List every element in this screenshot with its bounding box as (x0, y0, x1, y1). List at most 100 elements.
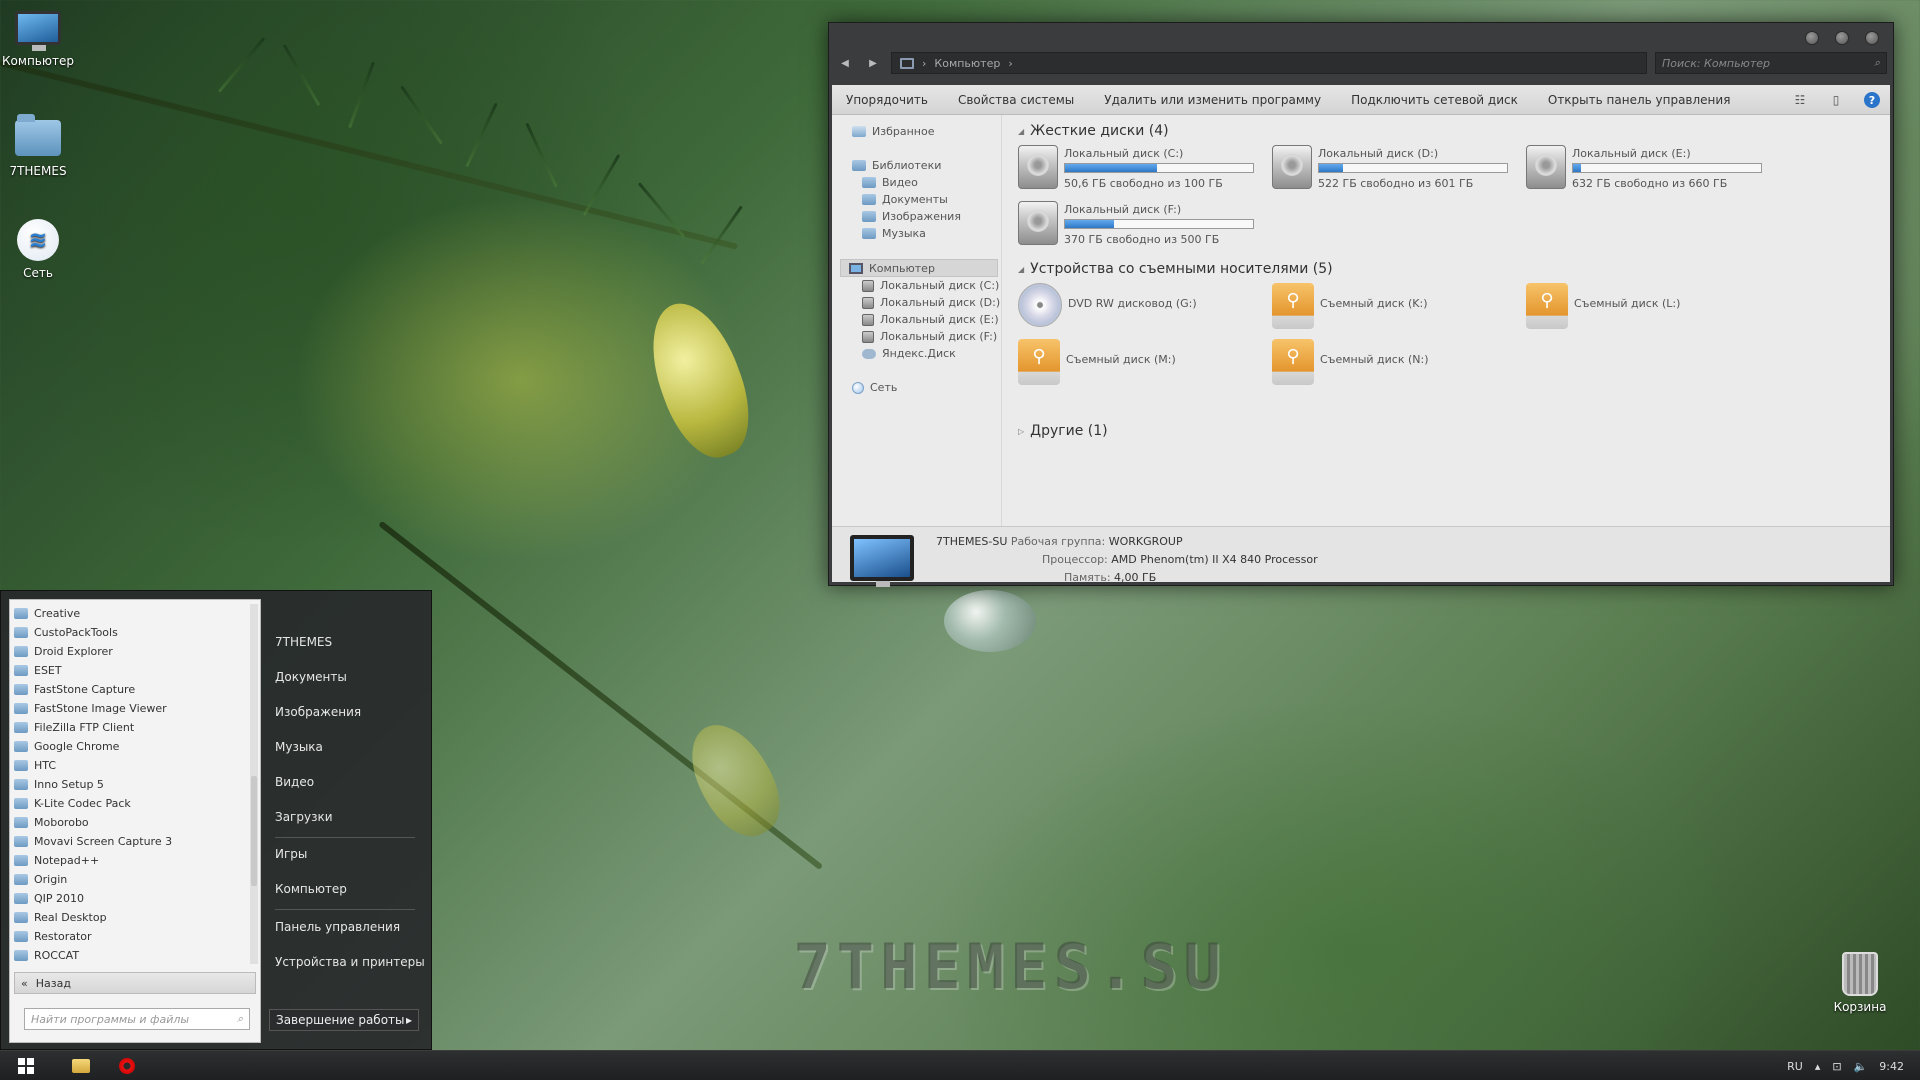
shutdown-button[interactable]: Завершение работы ▸ (269, 1009, 419, 1031)
start-link-computer[interactable]: Компьютер (275, 882, 347, 896)
program-folder-item[interactable]: ROCCAT (14, 946, 79, 964)
desktop-icon-network[interactable]: ≋ Сеть (0, 218, 76, 280)
network-tray-icon[interactable]: ⊡ (1832, 1060, 1841, 1073)
scrollbar-thumb[interactable] (251, 776, 257, 886)
desktop-icon-7themes[interactable]: 7THEMES (0, 114, 76, 178)
drive-usage-bar (1064, 219, 1254, 229)
computer-icon (849, 262, 863, 274)
program-label: Notepad++ (34, 853, 100, 867)
program-folder-item[interactable]: Restorator (14, 927, 92, 945)
language-indicator[interactable]: RU (1787, 1060, 1803, 1073)
clock[interactable]: 9:42 (1879, 1060, 1904, 1073)
back-arrow-icon[interactable]: ◀ (835, 53, 855, 73)
needle (582, 153, 621, 217)
removable-tile-n[interactable]: ⚲ Съемный диск (N:) (1272, 339, 1512, 387)
drive-tile-d[interactable]: Локальный диск (D:) 522 ГБ свободно из 6… (1272, 145, 1512, 193)
open-control-panel-button[interactable]: Открыть панель управления (1548, 93, 1731, 107)
nav-yandex-disk[interactable]: Яндекс.Диск (862, 347, 956, 360)
start-link-music[interactable]: Музыка (275, 740, 323, 754)
program-folder-item[interactable]: Inno Setup 5 (14, 775, 104, 793)
program-folder-item[interactable]: FastStone Capture (14, 680, 135, 698)
nav-drive-d[interactable]: Локальный диск (D:) (862, 296, 1000, 309)
start-link-video[interactable]: Видео (275, 775, 314, 789)
view-options-icon[interactable]: ☷ (1792, 93, 1808, 107)
removable-tile-l[interactable]: ⚲ Съемный диск (L:) (1526, 283, 1766, 331)
program-folder-item[interactable]: Moborobo (14, 813, 89, 831)
uninstall-program-button[interactable]: Удалить или изменить программу (1104, 93, 1321, 107)
help-icon[interactable]: ? (1864, 92, 1880, 108)
program-folder-item[interactable]: Origin (14, 870, 67, 888)
start-link-downloads[interactable]: Загрузки (275, 810, 333, 824)
address-bar[interactable]: › Компьютер › (891, 52, 1647, 74)
removable-tile-k[interactable]: ⚲ Съемный диск (K:) (1272, 283, 1512, 331)
desktop-icon-recycle-bin[interactable]: Корзина (1822, 952, 1898, 1014)
minimize-button[interactable] (1805, 31, 1819, 45)
drive-tile-c[interactable]: Локальный диск (C:) 50,6 ГБ свободно из … (1018, 145, 1258, 193)
nav-library-music[interactable]: Музыка (862, 227, 926, 240)
nav-network[interactable]: Сеть (852, 381, 897, 394)
windows-logo-icon (18, 1058, 25, 1065)
device-name: Съемный диск (N:) (1320, 353, 1429, 366)
program-folder-item[interactable]: Real Desktop (14, 908, 107, 926)
preview-pane-icon[interactable]: ▯ (1828, 93, 1844, 107)
forward-arrow-icon[interactable]: ▶ (863, 53, 883, 73)
program-folder-item[interactable]: QIP 2010 (14, 889, 84, 907)
folder-icon (862, 228, 876, 239)
nav-drive-f[interactable]: Локальный диск (F:) (862, 330, 997, 343)
group-removable[interactable]: ◢ Устройства со съемными носителями (5) (1018, 261, 1333, 277)
organize-button[interactable]: Упорядочить (846, 93, 928, 107)
program-folder-item[interactable]: HTC (14, 756, 56, 774)
start-link-control-panel[interactable]: Панель управления (275, 920, 400, 934)
program-folder-item[interactable]: Notepad++ (14, 851, 99, 869)
program-folder-item[interactable]: ESET (14, 661, 62, 679)
program-folder-item[interactable]: Droid Explorer (14, 642, 113, 660)
maximize-button[interactable] (1835, 31, 1849, 45)
nav-drive-c[interactable]: Локальный диск (C:) (862, 279, 999, 292)
breadcrumb[interactable]: Компьютер (934, 57, 1000, 70)
nav-favorites[interactable]: Избранное (852, 125, 934, 138)
start-link-devices-printers[interactable]: Устройства и принтеры (275, 955, 425, 969)
program-folder-item[interactable]: FileZilla FTP Client (14, 718, 134, 736)
start-link-games[interactable]: Игры (275, 847, 307, 861)
taskbar-explorer[interactable] (66, 1055, 96, 1077)
group-other[interactable]: ▷ Другие (1) (1018, 423, 1108, 439)
folder-icon (14, 778, 28, 790)
drive-tile-f[interactable]: Локальный диск (F:) 370 ГБ свободно из 5… (1018, 201, 1258, 249)
program-folder-item[interactable]: K-Lite Codec Pack (14, 794, 131, 812)
nav-library-documents[interactable]: Документы (862, 193, 948, 206)
drive-tile-e[interactable]: Локальный диск (E:) 632 ГБ свободно из 6… (1526, 145, 1766, 193)
program-folder-item[interactable]: Google Chrome (14, 737, 119, 755)
nav-label: Локальный диск (C:) (880, 279, 1000, 292)
program-label: FastStone Capture (34, 682, 136, 696)
start-link-images[interactable]: Изображения (275, 705, 361, 719)
nav-computer[interactable]: Компьютер (840, 259, 998, 277)
program-folder-item[interactable]: Movavi Screen Capture 3 (14, 832, 172, 850)
start-link-7themes[interactable]: 7THEMES (275, 635, 332, 649)
program-folder-item[interactable]: FastStone Image Viewer (14, 699, 167, 717)
nav-library-images[interactable]: Изображения (862, 210, 961, 223)
system-properties-button[interactable]: Свойства системы (958, 93, 1074, 107)
back-button[interactable]: « Назад (14, 972, 256, 994)
start-button[interactable] (18, 1058, 34, 1074)
program-folder-item[interactable]: Creative (14, 604, 80, 622)
removable-tile-m[interactable]: ⚲ Съемный диск (M:) (1018, 339, 1258, 387)
scrollbar[interactable] (250, 604, 258, 964)
taskbar-opera[interactable] (112, 1055, 142, 1077)
desktop-icon-computer[interactable]: Компьютер (0, 6, 76, 68)
program-label: Google Chrome (34, 739, 120, 753)
search-input[interactable]: Поиск: Компьютер ⌕ (1655, 52, 1887, 74)
nav-libraries[interactable]: Библиотеки (852, 159, 941, 172)
network-icon: ≋ (17, 219, 59, 261)
program-search-input[interactable]: Найти программы и файлы ⌕ (24, 1008, 250, 1030)
volume-icon[interactable]: 🔈 (1854, 1060, 1868, 1073)
chevron-right-icon[interactable]: ▸ (406, 1013, 412, 1027)
program-folder-item[interactable]: CustoPackTools (14, 623, 118, 641)
removable-tile-g[interactable]: DVD RW дисковод (G:) (1018, 283, 1258, 331)
group-hard-disks[interactable]: ◢ Жесткие диски (4) (1018, 123, 1169, 139)
close-button[interactable] (1865, 31, 1879, 45)
nav-drive-e[interactable]: Локальный диск (E:) (862, 313, 999, 326)
tray-chevron-up-icon[interactable]: ▴ (1815, 1060, 1821, 1073)
map-network-drive-button[interactable]: Подключить сетевой диск (1351, 93, 1518, 107)
start-link-documents[interactable]: Документы (275, 670, 347, 684)
nav-library-video[interactable]: Видео (862, 176, 918, 189)
